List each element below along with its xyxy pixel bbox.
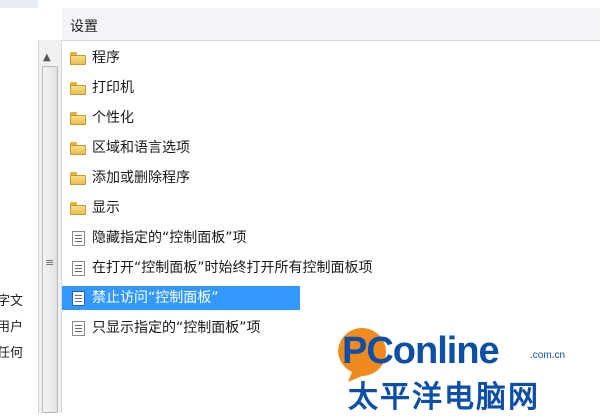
arrow-up-icon[interactable]: ▲ <box>43 52 51 63</box>
left-pane-text-2: 用户 <box>0 320 24 335</box>
item-label: 程序 <box>92 50 120 66</box>
folder-icon <box>70 171 86 185</box>
policy-setting-icon <box>72 260 85 276</box>
folder-icon <box>70 201 86 215</box>
folder-item[interactable]: 区域和语言选项 <box>62 136 190 160</box>
left-pane-text-1: 字文 <box>0 294 24 309</box>
item-label: 打印机 <box>92 80 134 96</box>
policy-setting-item[interactable]: 在打开“控制面板”时始终打开所有控制面板项 <box>62 256 373 280</box>
item-label: 添加或删除程序 <box>92 170 190 186</box>
watermark-domain: .com.cn <box>530 350 566 361</box>
folder-item[interactable]: 个性化 <box>62 106 134 130</box>
item-label: 个性化 <box>92 110 134 126</box>
watermark-brand: PConline <box>342 330 500 372</box>
item-label: 区域和语言选项 <box>92 140 190 156</box>
policy-setting-icon <box>72 290 85 306</box>
folder-icon <box>70 141 86 155</box>
folder-item[interactable]: 程序 <box>62 46 120 70</box>
folder-item[interactable]: 打印机 <box>62 76 134 100</box>
column-header-title: 设置 <box>70 19 98 35</box>
scrollbar-thumb[interactable]: ≡ <box>42 66 58 413</box>
scroll-grip-icon: ≡ <box>45 256 55 269</box>
column-header[interactable]: 设置 <box>62 8 600 41</box>
policy-setting-icon <box>72 230 85 246</box>
policy-setting-item[interactable]: 隐藏指定的“控制面板”项 <box>62 226 247 250</box>
left-pane-text-3: 任何 <box>0 346 24 361</box>
item-label: 只显示指定的“控制面板”项 <box>92 320 261 336</box>
item-label: 显示 <box>92 200 120 216</box>
item-label: 在打开“控制面板”时始终打开所有控制面板项 <box>92 260 373 276</box>
folder-icon <box>70 111 86 125</box>
folder-item[interactable]: 显示 <box>62 196 120 220</box>
left-navigation-pane[interactable]: 字文 用户 任何 <box>0 0 38 413</box>
watermark-name-cn: 太平洋电脑网 <box>348 380 540 415</box>
policy-setting-item[interactable]: 禁止访问“控制面板” <box>62 286 300 310</box>
folder-icon <box>70 51 86 65</box>
pconline-watermark: PConline .com.cn 太平洋电脑网 <box>330 322 600 415</box>
left-pane-top-strip <box>0 0 38 8</box>
folder-item[interactable]: 添加或删除程序 <box>62 166 190 190</box>
policy-setting-item[interactable]: 只显示指定的“控制面板”项 <box>62 316 261 340</box>
vertical-scrollbar[interactable]: ▲ ≡ <box>38 40 62 413</box>
item-label: 禁止访问“控制面板” <box>92 290 219 306</box>
item-label: 隐藏指定的“控制面板”项 <box>92 230 247 246</box>
folder-icon <box>70 81 86 95</box>
policy-setting-icon <box>72 320 85 336</box>
